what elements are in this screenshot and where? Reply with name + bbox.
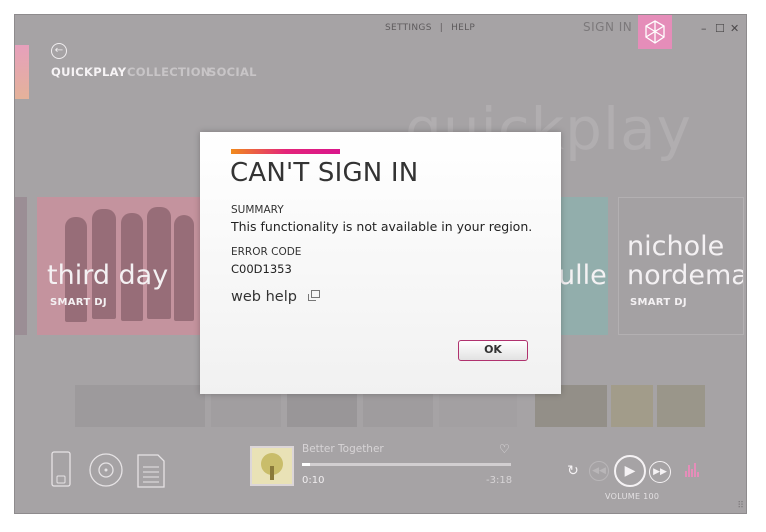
ok-button[interactable]: OK (458, 340, 528, 361)
summary-text: This functionality is not available in y… (231, 219, 533, 234)
fast-forward-icon[interactable]: ▶▶ (649, 461, 671, 483)
tab-quickplay[interactable]: QUICKPLAY (51, 65, 126, 79)
close-window-button[interactable]: ✕ (730, 22, 739, 35)
tile-partial-artist[interactable]: ulle (561, 197, 608, 335)
volume-label[interactable]: VOLUME 100 (605, 492, 659, 501)
playlist-icon[interactable] (137, 454, 165, 492)
artist-photo-figure (174, 215, 194, 321)
tile-subtitle: SMART DJ (630, 297, 687, 308)
web-help-link[interactable]: web help (231, 289, 297, 305)
top-links-separator: | (439, 23, 444, 33)
left-accent-bar (15, 45, 29, 99)
tab-social[interactable]: SOCIAL (208, 65, 257, 79)
minimize-button[interactable]: – (701, 22, 707, 35)
album-art[interactable] (250, 446, 294, 486)
rewind-icon[interactable]: ◀◀ (589, 461, 609, 481)
tile-title-line1: nichole (627, 231, 725, 262)
back-arrow-icon: ← (54, 45, 64, 56)
back-button[interactable]: ← (51, 43, 67, 59)
maximize-button[interactable]: ☐ (715, 22, 725, 35)
tile-title-line2: nordeman (627, 260, 743, 291)
album-thumbnail[interactable] (611, 385, 653, 427)
now-playing-title[interactable]: Better Together (302, 443, 384, 455)
tile-partial-left[interactable] (15, 197, 27, 335)
tile-title: ulle (561, 260, 607, 291)
summary-label: SUMMARY (231, 204, 284, 216)
tile-nichole-nordeman[interactable]: nichole nordeman SMART DJ (618, 197, 744, 335)
progress-bar[interactable] (302, 463, 511, 466)
repeat-icon[interactable]: ↻ (565, 463, 581, 479)
tile-subtitle: SMART DJ (50, 297, 107, 308)
top-links: SETTINGS | HELP (381, 23, 479, 33)
album-thumbnail[interactable] (75, 385, 205, 427)
cant-sign-in-dialog: CAN'T SIGN IN SUMMARY This functionality… (200, 132, 561, 394)
error-code-label: ERROR CODE (231, 246, 302, 258)
device-icon[interactable] (51, 451, 71, 491)
heart-icon[interactable]: ♡ (499, 442, 510, 456)
dialog-accent-bar (231, 149, 340, 154)
album-thumbnail[interactable] (657, 385, 705, 427)
dialog-title: CAN'T SIGN IN (230, 158, 419, 188)
disc-icon[interactable] (88, 452, 124, 492)
progress-fill (302, 463, 311, 466)
elapsed-time: 0:10 (302, 475, 325, 486)
settings-link[interactable]: SETTINGS (385, 23, 432, 33)
zune-logo-icon (638, 15, 672, 49)
tile-third-day[interactable]: third day SMART DJ (37, 197, 200, 335)
remaining-time: -3:18 (486, 475, 513, 486)
sign-in-link[interactable]: SIGN IN (583, 20, 632, 34)
resize-grip-icon[interactable]: ⠿ (737, 501, 744, 511)
help-link[interactable]: HELP (451, 23, 475, 33)
equalizer-icon[interactable] (685, 463, 699, 477)
tile-title: third day (47, 260, 169, 291)
error-code-value: C00D1353 (231, 262, 292, 276)
tab-collection[interactable]: COLLECTION (127, 65, 211, 79)
play-icon[interactable]: ▶ (614, 455, 646, 487)
external-link-icon[interactable] (308, 290, 320, 301)
